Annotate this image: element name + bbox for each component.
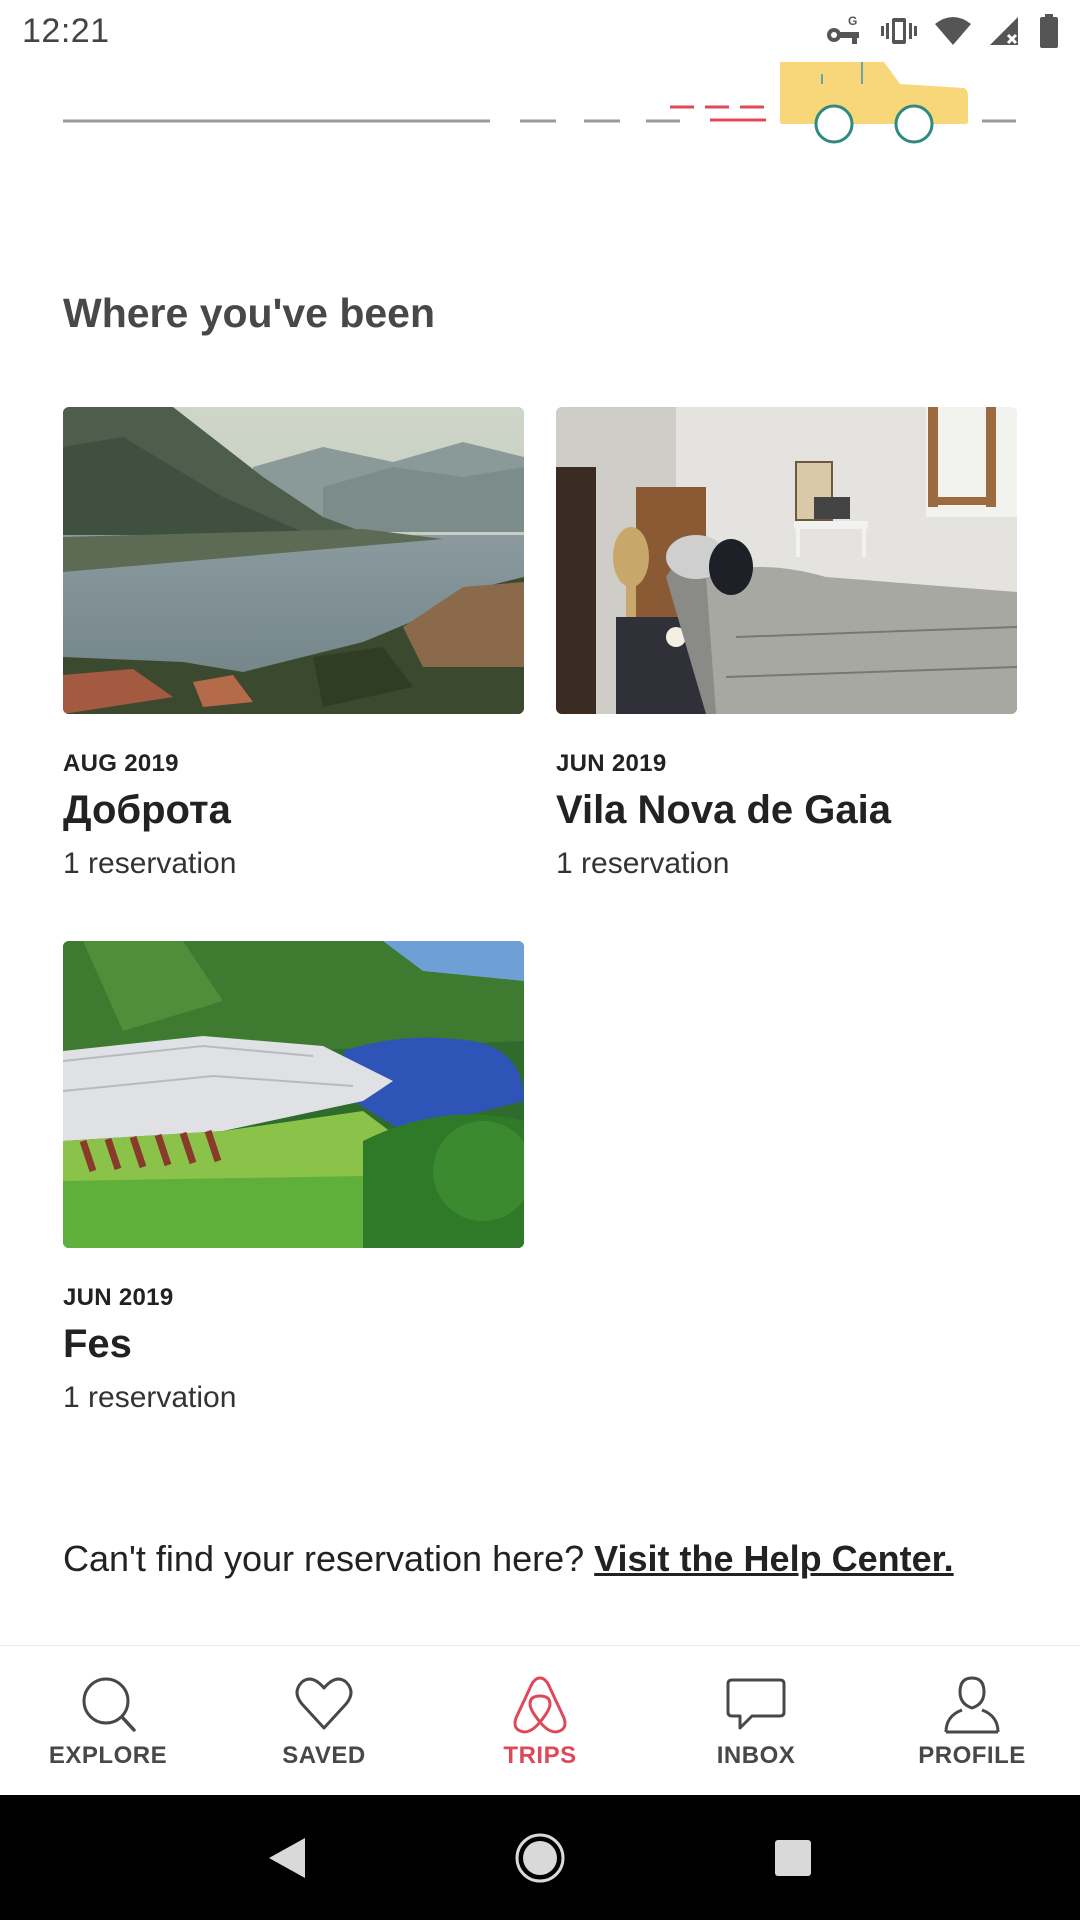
back-icon	[268, 1837, 305, 1878]
home-button[interactable]	[510, 1828, 570, 1888]
nav-label: TRIPS	[503, 1742, 577, 1769]
trip-photo-bedroom[interactable]	[556, 407, 1017, 714]
trip-date: AUG 2019	[63, 750, 179, 777]
nav-label: PROFILE	[918, 1742, 1026, 1769]
back-button[interactable]	[257, 1828, 317, 1888]
help-center-link[interactable]: Visit the Help Center.	[594, 1538, 953, 1579]
nav-inbox[interactable]: INBOX	[648, 1646, 864, 1770]
trip-photo-lake[interactable]	[63, 407, 524, 714]
recents-icon	[775, 1839, 812, 1876]
nav-trips[interactable]: TRIPS	[432, 1646, 648, 1770]
trip-reservations: 1 reservation	[63, 847, 237, 880]
nav-explore[interactable]: EXPLORE	[0, 1646, 216, 1770]
trip-title: Vila Nova de Gaia	[556, 788, 891, 832]
status-bar: 12:21 G	[0, 0, 1080, 62]
user-icon	[944, 1676, 1000, 1734]
wifi-icon	[934, 16, 972, 46]
trip-date: JUN 2019	[556, 750, 667, 777]
vibrate-icon	[880, 14, 918, 48]
trip-title: Fes	[63, 1322, 132, 1366]
trip-reservations: 1 reservation	[556, 847, 730, 880]
nav-profile[interactable]: PROFILE	[864, 1646, 1080, 1770]
nav-saved[interactable]: SAVED	[216, 1646, 432, 1770]
svg-text:G: G	[848, 14, 857, 28]
help-text: Can't find your reservation here? Visit …	[63, 1538, 954, 1580]
battery-icon	[1038, 13, 1060, 49]
search-icon	[82, 1677, 136, 1732]
recents-button[interactable]	[763, 1828, 823, 1888]
road-car-illustration	[0, 62, 1080, 152]
home-icon	[515, 1833, 565, 1882]
nav-label: EXPLORE	[48, 1742, 168, 1769]
trip-card[interactable]: JUN 2019 Vila Nova de Gaia 1 reservation	[556, 407, 1017, 881]
trip-date: JUN 2019	[63, 1284, 174, 1311]
status-time: 12:21	[22, 11, 110, 50]
nav-label: SAVED	[282, 1742, 366, 1769]
system-nav-bar	[0, 1795, 1080, 1920]
chat-bubble-icon	[726, 1678, 786, 1730]
nav-label: INBOX	[716, 1742, 796, 1769]
help-question: Can't find your reservation here?	[63, 1538, 595, 1579]
section-title: Where you've been	[63, 290, 436, 336]
status-icons: G	[824, 13, 1060, 49]
airbnb-logo-icon	[513, 1676, 567, 1734]
signal-off-icon	[988, 15, 1022, 47]
trip-card[interactable]: AUG 2019 Доброта 1 reservation	[63, 407, 524, 881]
heart-icon	[295, 1677, 353, 1730]
trips-screen: 12:21 G Where you've been AUG 2019 Добро…	[0, 0, 1080, 1920]
trip-photo-garden[interactable]	[63, 941, 524, 1248]
trip-card[interactable]: JUN 2019 Fes 1 reservation	[63, 941, 524, 1415]
bottom-nav: EXPLORE SAVED TRIPS INBOX PROFILE	[0, 1645, 1080, 1795]
vpn-key-icon: G	[824, 13, 864, 49]
trip-reservations: 1 reservation	[63, 1381, 237, 1414]
trip-title: Доброта	[63, 788, 231, 832]
